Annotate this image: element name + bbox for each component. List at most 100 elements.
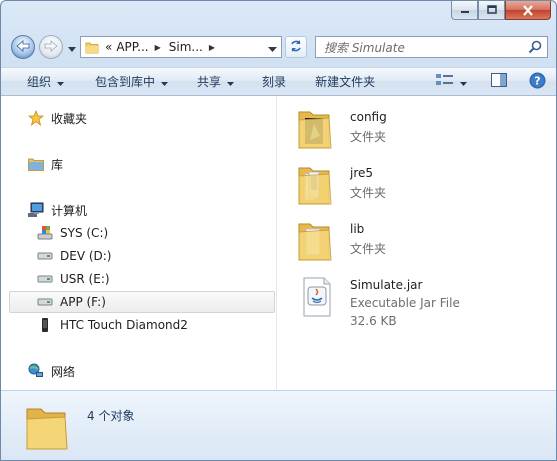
nav-device-label: HTC Touch Diamond2 — [60, 318, 188, 332]
minimize-button[interactable] — [451, 1, 478, 20]
explorer-window: « APP... ▶ Sim... ▶ 组织 包含到库中 共享 刻录 — [0, 0, 557, 461]
folder-icon — [296, 106, 336, 150]
nav-drive-label: USR (E:) — [60, 272, 110, 286]
folder-icon — [296, 162, 336, 206]
nav-drive-d[interactable]: DEV (D:) — [1, 245, 277, 267]
help-icon: ? — [529, 72, 546, 92]
file-name: lib — [350, 222, 365, 236]
file-name: jre5 — [350, 166, 374, 180]
back-button[interactable] — [11, 35, 35, 59]
close-button[interactable] — [505, 1, 551, 20]
nav-network-label: 网络 — [51, 364, 76, 379]
file-item[interactable]: Simulate.jar Executable Jar File 32.6 KB — [278, 270, 548, 330]
organize-menu[interactable]: 组织 — [27, 68, 65, 95]
new-folder-label: 新建文件夹 — [315, 75, 376, 89]
nav-drive-e[interactable]: USR (E:) — [1, 268, 277, 290]
include-in-library-menu[interactable]: 包含到库中 — [95, 68, 169, 95]
chevron-down-icon — [57, 75, 65, 89]
nav-favorites[interactable]: 收藏夹 — [1, 107, 277, 129]
refresh-icon — [289, 39, 303, 56]
nav-computer[interactable]: 计算机 — [1, 199, 277, 221]
close-icon — [522, 4, 534, 16]
address-row: « APP... ▶ Sim... ▶ — [1, 33, 556, 61]
file-type: 文件夹 — [350, 186, 387, 200]
breadcrumb-app[interactable]: APP... — [114, 40, 150, 54]
search-icon[interactable] — [528, 40, 542, 57]
forward-arrow-icon — [44, 39, 58, 55]
nav-network[interactable]: 网络 — [1, 360, 277, 382]
chevron-down-icon — [460, 75, 467, 89]
folder-icon — [25, 405, 69, 454]
nav-drive-c[interactable]: SYS (C:) — [1, 222, 277, 244]
nav-drive-f[interactable]: APP (F:) — [9, 291, 275, 313]
svg-text:?: ? — [534, 74, 540, 87]
breadcrumb-overflow[interactable]: « — [101, 40, 114, 54]
folder-icon — [85, 39, 101, 55]
file-item[interactable]: lib 文件夹 — [278, 214, 548, 264]
share-label: 共享 — [197, 75, 222, 89]
file-name: Simulate.jar — [350, 278, 423, 292]
burn-label: 刻录 — [262, 75, 287, 89]
search-input[interactable] — [322, 38, 526, 58]
nav-drive-label: DEV (D:) — [60, 249, 112, 263]
view-options-icon — [436, 73, 454, 90]
jar-file-icon — [296, 274, 336, 318]
include-in-library-label: 包含到库中 — [95, 75, 156, 89]
recent-pages-dropdown[interactable] — [67, 43, 77, 53]
title-bar — [1, 1, 556, 31]
library-icon — [27, 155, 45, 173]
phone-icon — [36, 316, 54, 334]
window-controls — [451, 1, 551, 20]
minimize-icon — [460, 5, 470, 15]
item-count: 4 个对象 — [87, 409, 135, 423]
file-type: 文件夹 — [350, 242, 387, 256]
address-bar[interactable]: « APP... ▶ Sim... ▶ — [80, 36, 282, 58]
nav-device[interactable]: HTC Touch Diamond2 — [1, 314, 277, 336]
address-dropdown-icon[interactable] — [268, 42, 277, 56]
content-area: 收藏夹 库 计算机 SYS (C:) DEV (D:) USR (E:) APP… — [1, 96, 556, 390]
nav-drive-label: APP (F:) — [60, 295, 106, 309]
file-list: config 文件夹 jre5 文件夹 lib 文件夹 Simulate.jar… — [278, 96, 556, 390]
preview-pane-icon — [491, 73, 507, 90]
new-folder-button[interactable]: 新建文件夹 — [315, 68, 375, 95]
details-pane: 4 个对象 — [1, 390, 556, 460]
breadcrumb-separator-icon[interactable]: ▶ — [151, 43, 167, 52]
breadcrumb-separator-icon[interactable]: ▶ — [205, 43, 221, 52]
forward-button[interactable] — [39, 35, 63, 59]
back-arrow-icon — [16, 39, 30, 55]
file-type: 文件夹 — [350, 130, 387, 144]
file-item[interactable]: config 文件夹 — [278, 102, 548, 152]
file-type: Executable Jar File — [350, 296, 460, 310]
nav-drive-label: SYS (C:) — [60, 226, 109, 240]
chevron-down-icon — [161, 75, 169, 89]
file-name: config — [350, 110, 387, 124]
drive-icon — [36, 293, 54, 311]
organize-label: 组织 — [27, 75, 52, 89]
file-size: 32.6 KB — [350, 314, 397, 328]
system-drive-icon — [36, 224, 54, 242]
chevron-down-icon — [227, 75, 235, 89]
help-button[interactable]: ? — [529, 72, 546, 92]
change-view-button[interactable] — [436, 73, 467, 90]
file-item[interactable]: jre5 文件夹 — [278, 158, 548, 208]
folder-icon — [296, 218, 336, 262]
drive-icon — [36, 270, 54, 288]
breadcrumb-simulate[interactable]: Sim... — [167, 40, 205, 54]
maximize-button[interactable] — [478, 1, 505, 20]
nav-favorites-label: 收藏夹 — [51, 111, 88, 126]
star-icon — [27, 109, 45, 127]
network-icon — [27, 362, 45, 380]
navigation-pane: 收藏夹 库 计算机 SYS (C:) DEV (D:) USR (E:) APP… — [1, 96, 277, 390]
nav-libraries-label: 库 — [51, 157, 64, 172]
nav-computer-label: 计算机 — [51, 203, 88, 218]
share-menu[interactable]: 共享 — [197, 68, 235, 95]
view-controls: ? — [436, 68, 546, 95]
refresh-button[interactable] — [285, 36, 307, 58]
preview-pane-button[interactable] — [491, 73, 507, 90]
computer-icon — [27, 201, 45, 219]
burn-button[interactable]: 刻录 — [262, 68, 286, 95]
search-box[interactable] — [315, 36, 548, 58]
maximize-icon — [486, 5, 497, 15]
nav-libraries[interactable]: 库 — [1, 153, 277, 175]
drive-icon — [36, 247, 54, 265]
